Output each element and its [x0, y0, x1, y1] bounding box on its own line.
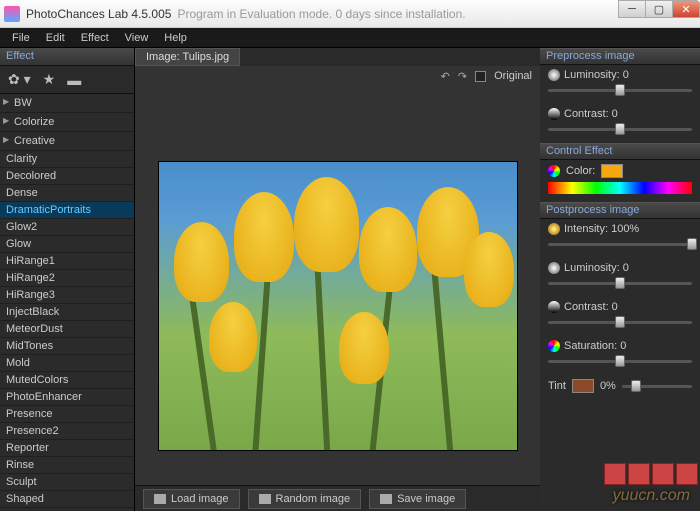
tool-settings-icon[interactable]: ✿ ▾ [8, 71, 31, 88]
effect-item[interactable]: Glow2 [0, 219, 134, 236]
color-label: Color: [566, 165, 595, 177]
minimize-button[interactable]: ─ [618, 0, 646, 18]
menu-help[interactable]: Help [156, 30, 195, 46]
effect-item[interactable]: Shaped [0, 491, 134, 508]
pre-luminosity-label: Luminosity: 0 [564, 69, 629, 81]
hue-slider[interactable] [548, 182, 692, 194]
app-status: Program in Evaluation mode. 0 days since… [177, 7, 465, 21]
intensity-icon [548, 223, 560, 235]
post-contrast-slider[interactable] [548, 316, 692, 328]
save-image-button[interactable]: Save image [369, 489, 466, 509]
maximize-button[interactable]: ▢ [645, 0, 673, 18]
luminosity-icon [548, 69, 560, 81]
original-checkbox[interactable] [475, 71, 486, 82]
random-icon [259, 494, 271, 504]
controls-panel: Preprocess image Luminosity: 0 Contrast:… [540, 48, 700, 511]
effect-item[interactable]: Mold [0, 355, 134, 372]
load-image-button[interactable]: Load image [143, 489, 240, 509]
effects-toolbar: ✿ ▾ ★ ▬ [0, 66, 134, 94]
effect-item[interactable]: MutedColors [0, 372, 134, 389]
redo-icon[interactable]: ↷ [458, 70, 467, 83]
luminosity-icon [548, 262, 560, 274]
tint-slider[interactable] [622, 380, 692, 392]
effect-item[interactable]: Presence2 [0, 423, 134, 440]
menu-edit[interactable]: Edit [38, 30, 73, 46]
effect-item[interactable]: DramaticPortraits [0, 202, 134, 219]
effect-item[interactable]: Rinse [0, 457, 134, 474]
effect-item[interactable]: Presence [0, 406, 134, 423]
effect-item[interactable]: MidTones [0, 338, 134, 355]
effect-item[interactable]: PhotoEnhancer [0, 389, 134, 406]
effect-group[interactable]: BW [0, 94, 134, 113]
post-luminosity-label: Luminosity: 0 [564, 262, 629, 274]
effect-item[interactable]: Decolored [0, 168, 134, 185]
load-icon [154, 494, 166, 504]
effect-item[interactable]: Sculpt [0, 474, 134, 491]
saturation-label: Saturation: 0 [564, 340, 626, 352]
random-image-button[interactable]: Random image [248, 489, 362, 509]
effect-item[interactable]: InjectBlack [0, 304, 134, 321]
effect-item[interactable]: Reporter [0, 440, 134, 457]
canvas-panel: Image: Tulips.jpg ↶ ↷ Original [135, 48, 540, 511]
control-effect-header: Control Effect [540, 143, 700, 160]
postprocess-header: Postprocess image [540, 202, 700, 219]
effects-header: Effect [0, 48, 134, 66]
contrast-icon [548, 301, 560, 313]
effect-item[interactable]: HiRange2 [0, 270, 134, 287]
effect-group[interactable]: Colorize [0, 113, 134, 132]
intensity-label: Intensity: 100% [564, 223, 639, 235]
status-icons [604, 463, 698, 485]
save-icon [380, 494, 392, 504]
pre-contrast-label: Contrast: 0 [564, 108, 618, 120]
image-tab[interactable]: Image: Tulips.jpg [135, 48, 240, 66]
menu-bar: File Edit Effect View Help [0, 28, 700, 48]
tool-folder-icon[interactable]: ▬ [67, 72, 81, 88]
effect-item[interactable]: HiRange3 [0, 287, 134, 304]
original-label: Original [494, 70, 532, 82]
color-swatch[interactable] [601, 164, 623, 178]
tint-label: Tint [548, 380, 566, 392]
post-contrast-label: Contrast: 0 [564, 301, 618, 313]
effect-item[interactable]: Dense [0, 185, 134, 202]
tint-swatch[interactable] [572, 379, 594, 393]
image-preview [158, 161, 518, 451]
contrast-icon [548, 108, 560, 120]
effect-item[interactable]: MeteorDust [0, 321, 134, 338]
menu-view[interactable]: View [117, 30, 157, 46]
saturation-slider[interactable] [548, 355, 692, 367]
effects-panel: Effect ✿ ▾ ★ ▬ BWColorizeCreativeClarity… [0, 48, 135, 511]
effects-list[interactable]: BWColorizeCreativeClarityDecoloredDenseD… [0, 94, 134, 511]
intensity-slider[interactable] [548, 238, 692, 250]
effect-group[interactable]: Creative [0, 132, 134, 151]
pre-contrast-slider[interactable] [548, 123, 692, 135]
title-bar: PhotoChances Lab 4.5.005 Program in Eval… [0, 0, 700, 28]
tool-favorite-icon[interactable]: ★ [43, 71, 56, 88]
tint-value: 0% [600, 380, 616, 392]
app-logo-icon [4, 6, 20, 22]
effect-item[interactable]: Clarity [0, 151, 134, 168]
post-luminosity-slider[interactable] [548, 277, 692, 289]
app-title: PhotoChances Lab 4.5.005 [26, 7, 171, 21]
close-button[interactable]: ✕ [672, 0, 700, 18]
pre-luminosity-slider[interactable] [548, 84, 692, 96]
preprocess-header: Preprocess image [540, 48, 700, 65]
effect-item[interactable]: Glow [0, 236, 134, 253]
saturation-icon [548, 340, 560, 352]
menu-file[interactable]: File [4, 30, 38, 46]
color-wheel-icon [548, 165, 560, 177]
undo-icon[interactable]: ↶ [441, 70, 450, 83]
menu-effect[interactable]: Effect [73, 30, 117, 46]
effect-item[interactable]: HiRange1 [0, 253, 134, 270]
